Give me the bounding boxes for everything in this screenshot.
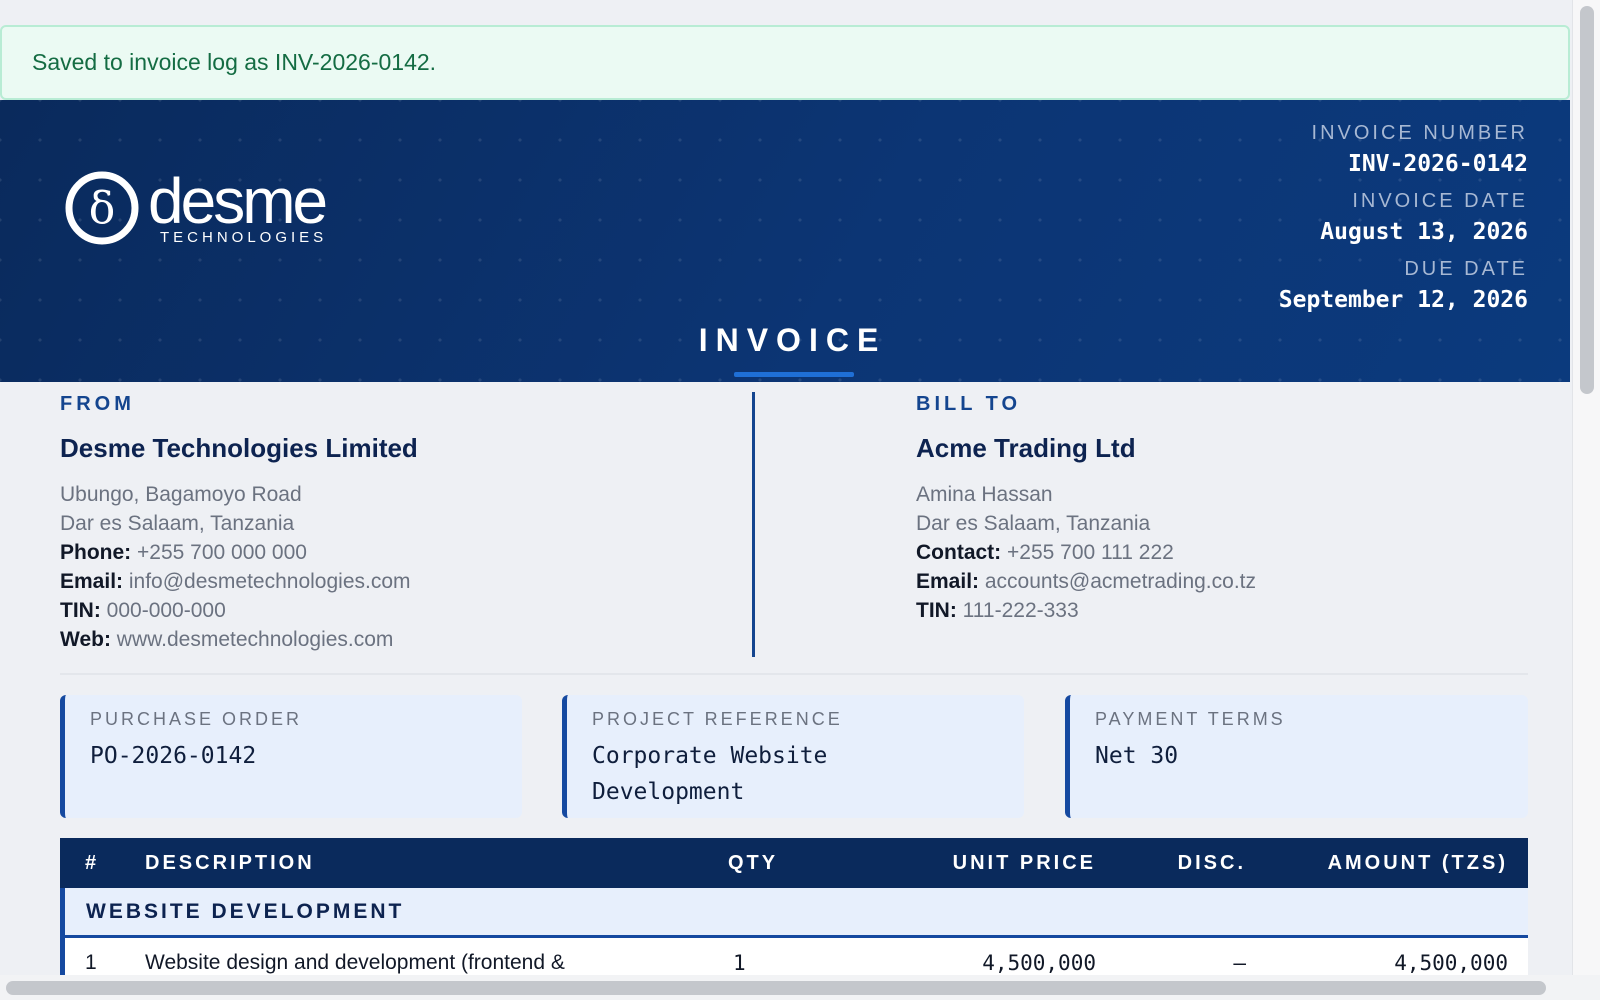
invoice-title: INVOICE: [698, 322, 887, 358]
invoice-title-underline: [734, 372, 854, 377]
table-row: 1 Website design and development (fronte…: [60, 938, 1528, 975]
payment-terms-box: PAYMENT TERMS Net 30: [1065, 695, 1528, 818]
line-items-table: # DESCRIPTION QTY UNIT PRICE DISC. AMOUN…: [60, 838, 1528, 975]
from-address-1: Ubungo, Bagamoyo Road: [60, 483, 302, 506]
invoice-date-label: INVOICE DATE: [1352, 190, 1528, 212]
bill-to-section: BILL TO Acme Trading Ltd Amina Hassan Da…: [916, 393, 1256, 625]
from-company-name: Desme Technologies Limited: [60, 433, 418, 463]
col-number: #: [85, 852, 100, 874]
bill-to-contact-name: Amina Hassan: [916, 483, 1053, 506]
from-phone: Phone: +255 700 000 000: [60, 541, 307, 564]
bill-to-address: Dar es Salaam, Tanzania: [916, 512, 1151, 535]
bill-to-heading: BILL TO: [916, 393, 1022, 415]
section-divider: [60, 673, 1528, 675]
payment-terms-label: PAYMENT TERMS: [1095, 709, 1286, 729]
invoice-number-label: INVOICE NUMBER: [1311, 122, 1528, 144]
logo-mark-glyph: δ: [89, 183, 116, 234]
company-logo: δ desme TECHNOLOGIES: [62, 164, 328, 248]
row-description: Website design and development (frontend…: [145, 951, 565, 974]
row-amount: 4,500,000: [1394, 951, 1508, 975]
horizontal-scrollbar[interactable]: [0, 975, 1600, 1000]
vertical-scrollbar[interactable]: [1572, 0, 1600, 975]
logo-text: desme TECHNOLOGIES: [148, 164, 328, 246]
from-address-2: Dar es Salaam, Tanzania: [60, 512, 295, 535]
purchase-order-box: PURCHASE ORDER PO-2026-0142: [60, 695, 522, 818]
desme-logo-icon: δ: [65, 171, 139, 245]
bill-to-tin: TIN: 111-222-333: [916, 599, 1079, 622]
logo-word: desme: [148, 164, 328, 237]
col-description: DESCRIPTION: [145, 852, 315, 874]
invoice-meta: INVOICE NUMBER INV-2026-0142 INVOICE DAT…: [1279, 114, 1528, 318]
row-qty: 1: [733, 951, 746, 975]
project-reference-label: PROJECT REFERENCE: [592, 709, 843, 729]
purchase-order-value: PO-2026-0142: [90, 743, 257, 769]
from-heading: FROM: [60, 393, 135, 415]
col-amount: AMOUNT (TZS): [1327, 852, 1508, 874]
logo-tagline: TECHNOLOGIES: [160, 228, 328, 246]
save-confirmation-toast: Saved to invoice log as INV-2026-0142.: [0, 25, 1570, 100]
bill-to-email: Email: accounts@acmetrading.co.tz: [916, 570, 1256, 593]
party-divider: [752, 392, 755, 657]
invoice-date: August 13, 2026: [1320, 219, 1528, 245]
row-number: 1: [85, 951, 97, 974]
purchase-order-label: PURCHASE ORDER: [90, 709, 303, 729]
project-reference-value: Corporate Website Development: [592, 743, 828, 805]
row-discount: —: [1233, 951, 1246, 975]
group-website-development: WEBSITE DEVELOPMENT: [60, 888, 1528, 938]
col-qty: QTY: [728, 852, 779, 874]
from-section: FROM Desme Technologies Limited Ubungo, …: [60, 393, 418, 654]
row-unit-price: 4,500,000: [982, 951, 1096, 975]
col-unit-price: UNIT PRICE: [952, 852, 1096, 874]
bill-to-company-name: Acme Trading Ltd: [916, 433, 1136, 463]
toast-message: Saved to invoice log as INV-2026-0142.: [32, 49, 437, 75]
invoice-number: INV-2026-0142: [1347, 151, 1528, 177]
due-date-label: DUE DATE: [1404, 258, 1528, 280]
invoice-viewport: Saved to invoice log as INV-2026-0142. δ…: [0, 0, 1570, 975]
invoice-header: δ desme TECHNOLOGIES INVOICE NUMBER INV-…: [0, 100, 1570, 382]
due-date: September 12, 2026: [1278, 287, 1528, 313]
vertical-scrollbar-thumb[interactable]: [1580, 6, 1594, 394]
payment-terms-value: Net 30: [1095, 743, 1179, 769]
project-reference-box: PROJECT REFERENCE Corporate Website Deve…: [562, 695, 1024, 818]
bill-to-contact: Contact: +255 700 111 222: [916, 541, 1174, 564]
from-email: Email: info@desmetechnologies.com: [60, 570, 411, 593]
table-header: # DESCRIPTION QTY UNIT PRICE DISC. AMOUN…: [60, 838, 1528, 888]
from-tin: TIN: 000-000-000: [60, 599, 226, 622]
from-web: Web: www.desmetechnologies.com: [60, 628, 394, 651]
horizontal-scrollbar-thumb[interactable]: [6, 981, 1546, 995]
col-discount: DISC.: [1177, 852, 1246, 874]
